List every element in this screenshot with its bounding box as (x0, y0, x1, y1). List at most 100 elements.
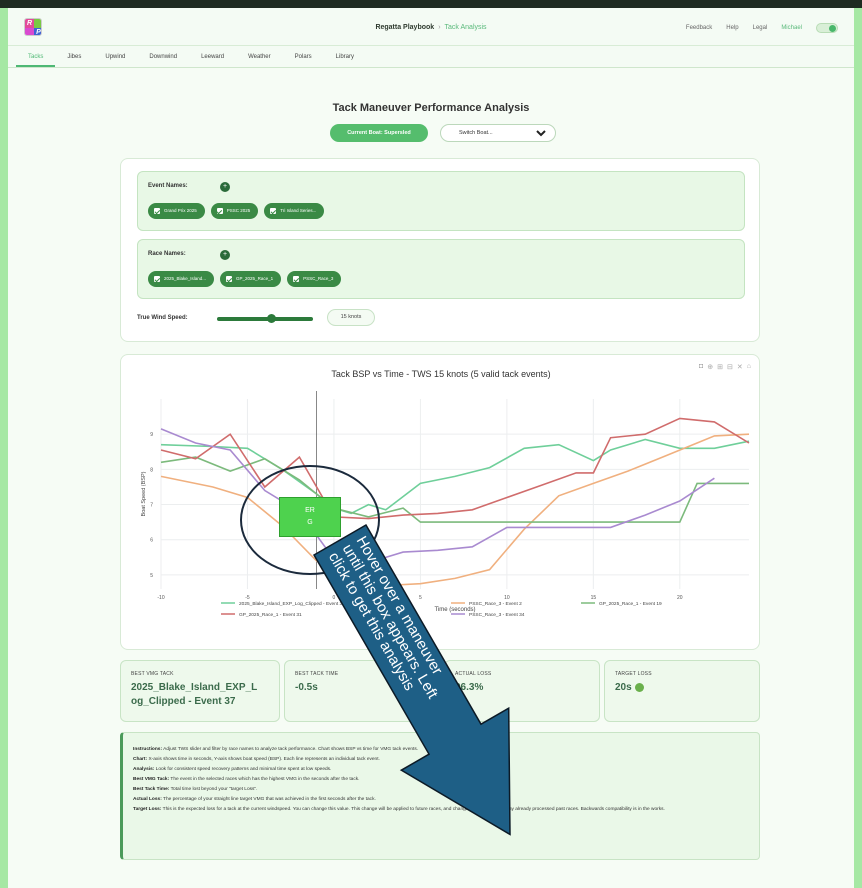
switch-boat-label: Switch Boat... (459, 130, 493, 136)
instruction-key: Best VMG Tack: (133, 777, 170, 782)
stat-value: 20s (615, 682, 632, 693)
breadcrumb-separator: › (438, 24, 441, 31)
instruction-text: Look for consistent speed recovery patte… (154, 767, 332, 772)
stat-label: ACTUAL LOSS (455, 671, 492, 677)
hover-tooltip: ER G (279, 497, 341, 537)
race-names-label: Race Names: (148, 251, 186, 257)
race-chip[interactable]: 2025_Blake_Island... (148, 271, 215, 287)
instruction-key: Chart: (133, 757, 148, 762)
instruction-text: The percentage of your straight line tar… (161, 797, 376, 802)
tooltip-line: G (307, 519, 313, 526)
event-chip[interactable]: Tri Island Series... (264, 203, 325, 219)
tws-slider[interactable] (217, 314, 313, 323)
x-tick-label: 20 (677, 595, 683, 601)
y-tick-label: 5 (150, 573, 153, 579)
theme-toggle[interactable] (816, 23, 838, 33)
breadcrumb-app-name[interactable]: Regatta Playbook (375, 24, 434, 31)
x-tick-label: -5 (245, 595, 250, 601)
legend-entry: 2025_Blake_Island_EXP_Log_Clipped - Even… (239, 601, 345, 607)
instruction-text: This is the expected loss for a tack at … (161, 807, 665, 812)
current-boat-badge: Current Boat: Supersled (330, 124, 428, 142)
app-header: R P Regatta Playbook › Tack Analysis Feedb… (8, 8, 854, 46)
instruction-line: Actual Loss: The percentage of your stra… (133, 795, 751, 805)
event-names-label: Event Names: (148, 183, 188, 189)
chevron-down-icon (536, 130, 546, 137)
tab-tacks[interactable]: Tacks (16, 46, 56, 67)
instruction-line: Target Loss: This is the expected loss f… (133, 805, 753, 815)
race-chip-label: PSSC_Race_3 (303, 276, 334, 281)
instructions-panel: Instructions: Adjust TWS slider and filt… (120, 732, 760, 860)
instruction-key: Instructions: (133, 747, 163, 752)
instruction-line: Chart: X-axis shows time in seconds, Y-a… (133, 755, 751, 765)
instruction-line: Analysis: Look for consistent speed reco… (133, 765, 751, 775)
instruction-key: Best Tack Time: (133, 787, 170, 792)
race-chip-label: 2025_Blake_Island... (164, 276, 207, 281)
legend-entry: PSSC_Race_3 - Event 34 (469, 612, 525, 618)
breadcrumb-current: Tack Analysis (444, 24, 487, 31)
stat-value: -0.5s (295, 682, 318, 693)
tab-jibes[interactable]: Jibes (55, 46, 93, 67)
target-loss-card: TARGET LOSS 20s (604, 660, 760, 722)
event-chip-label: PSSC 2025 (226, 208, 251, 213)
legend-entry: GP_2025_Race_1 - Event 31 (239, 612, 302, 618)
filter-panel: Event Names: + Grand Prix 2025 PSSC 2025… (120, 158, 760, 342)
checkbox-icon (216, 208, 223, 214)
tab-polars[interactable]: Polars (283, 46, 324, 67)
checkbox-icon (154, 208, 160, 214)
instruction-line: Best Tack Time: Total time lost beyond y… (133, 785, 751, 795)
tab-bar: Tacks Jibes Upwind Downwind Leeward Weat… (8, 46, 854, 68)
race-filter-section: Race Names: + 2025_Blake_Island... GP_20… (137, 239, 745, 299)
x-tick-label: -10 (157, 595, 164, 601)
tab-upwind[interactable]: Upwind (93, 46, 137, 67)
add-race-icon[interactable]: + (220, 250, 230, 260)
stat-value: 96.3% (455, 682, 484, 693)
instruction-key: Actual Loss: (133, 797, 162, 802)
bsp-line-chart[interactable]: 56789-10 -5 0 5 10 15 20Boat Speed (BSP)Time (… (121, 355, 761, 651)
checkbox-icon (293, 276, 300, 282)
legend-entry: GP_2025_Race_1 - Event 19 (599, 601, 662, 607)
race-chip[interactable]: PSSC_Race_3 (287, 271, 342, 287)
stat-value-wrap: 20s (615, 681, 644, 695)
y-tick-label: 7 (150, 503, 153, 509)
help-link[interactable]: Help (726, 25, 738, 31)
y-tick-label: 9 (150, 432, 153, 438)
x-tick-label: 0 (333, 595, 336, 601)
tab-leeward[interactable]: Leeward (189, 46, 236, 67)
legend-entry: PSSC_Race_3 - Event 2 (469, 601, 522, 607)
instruction-key: Analysis: (133, 767, 155, 772)
header-links: Feedback Help Legal Michael (686, 23, 838, 33)
edit-target-icon[interactable] (634, 682, 644, 692)
instruction-text: Total time lost beyond your "target Loss… (169, 787, 258, 792)
checkbox-icon (270, 208, 277, 214)
instruction-text: The event in the selected races which ha… (169, 777, 360, 782)
user-name[interactable]: Michael (781, 25, 802, 31)
tab-library[interactable]: Library (324, 46, 366, 67)
x-tick-label: 5 (419, 595, 422, 601)
stat-value: 2025_Blake_Island_EXP_L og_Clipped - Eve… (131, 682, 258, 707)
instruction-text: Adjust TWS slider and filter by race nam… (162, 747, 419, 752)
tab-weather[interactable]: Weather (236, 46, 283, 67)
legal-link[interactable]: Legal (753, 25, 768, 31)
actual-loss-card: ACTUAL LOSS 96.3% (444, 660, 600, 722)
event-chip[interactable]: PSSC 2025 (210, 203, 259, 219)
event-filter-section: Event Names: + Grand Prix 2025 PSSC 2025… (137, 171, 745, 231)
feedback-link[interactable]: Feedback (686, 25, 712, 31)
instruction-text: X-axis shows time in seconds, Y-axis sho… (147, 757, 380, 762)
checkbox-icon (154, 276, 160, 282)
event-chip[interactable]: Grand Prix 2025 (148, 203, 205, 219)
add-event-icon[interactable]: + (220, 182, 230, 192)
tws-slider-handle[interactable] (266, 314, 276, 323)
y-axis-label: Boat Speed (BSP) (141, 471, 147, 516)
x-tick-label: 10 (504, 595, 510, 601)
switch-boat-dropdown[interactable]: Switch Boat... (440, 124, 556, 142)
toggle-knob (829, 25, 836, 32)
checkbox-icon (226, 276, 233, 282)
tws-label: True Wind Speed: (137, 315, 188, 321)
instruction-line: Instructions: Adjust TWS slider and filt… (133, 745, 751, 755)
race-chip[interactable]: GP_2025_Race_1 (220, 271, 282, 287)
chart-panel: Tack BSP vs Time - TWS 15 knots (5 valid… (120, 354, 760, 650)
tab-downwind[interactable]: Downwind (137, 46, 189, 67)
instruction-line: Best VMG Tack: The event in the selected… (133, 775, 751, 785)
race-chips: 2025_Blake_Island... GP_2025_Race_1 PSSC… (148, 271, 342, 287)
event-chip-label: Tri Island Series... (280, 208, 317, 213)
